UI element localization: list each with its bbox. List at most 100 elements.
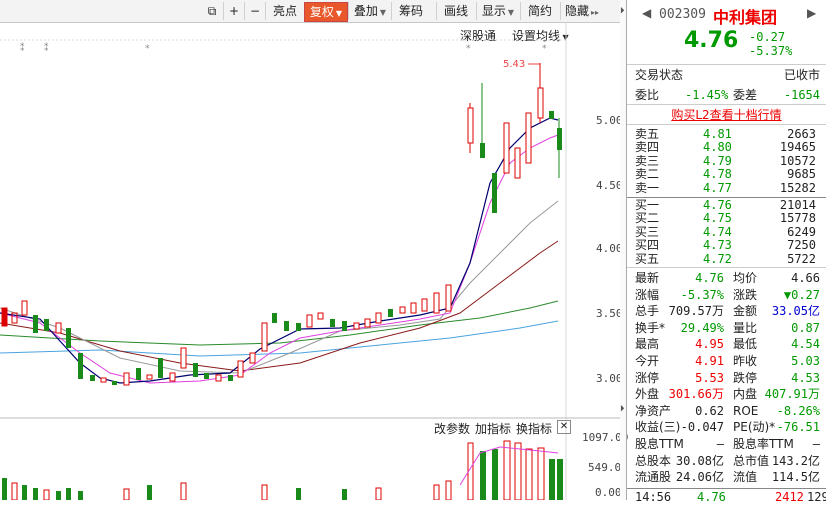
stat-label: 流值 bbox=[733, 470, 758, 485]
stat-value: 407.91万 bbox=[764, 387, 820, 402]
stat-label: 均价 bbox=[733, 271, 758, 285]
buy-volume: 15778 bbox=[779, 211, 816, 226]
buy-l2-link[interactable]: 购买L2查看十档行情 bbox=[627, 107, 826, 123]
stat-value: ▼0.27 bbox=[783, 287, 820, 302]
stat-label: 金额 bbox=[733, 304, 758, 319]
stat-value: 5.03 bbox=[791, 354, 820, 368]
window-icon[interactable]: ⧉ bbox=[202, 2, 222, 20]
stat-value: 114.5亿 bbox=[771, 470, 820, 485]
adjust-label: 复权 bbox=[309, 5, 334, 19]
y-tick-label: 4.50 bbox=[596, 179, 623, 192]
stat-label: 量比 bbox=[733, 320, 758, 335]
splitter-bar[interactable]: ⏵ ⏵ bbox=[620, 0, 626, 500]
stat-label: 流通股 bbox=[635, 470, 672, 485]
overlay-button[interactable]: 叠加 ▼ bbox=[348, 2, 391, 20]
hide-button[interactable]: 隐藏 ▸▸ bbox=[560, 2, 603, 20]
status-value: 已收市 bbox=[783, 68, 820, 82]
sell-row[interactable]: 卖五 4.81 2663 bbox=[627, 128, 826, 141]
buy-row[interactable]: 买三 4.74 6249 bbox=[627, 224, 826, 239]
simple-label: 简约 bbox=[527, 4, 552, 18]
ma-line-30 bbox=[0, 300, 559, 346]
stat-label: 最低 bbox=[733, 337, 758, 352]
sell-volume: 15282 bbox=[779, 180, 816, 195]
buy-row[interactable]: 买四 4.73 7250 bbox=[627, 239, 826, 252]
close-icon[interactable]: ✕ bbox=[557, 420, 571, 434]
stat-value: 33.05亿 bbox=[771, 304, 820, 319]
kline-chart-area[interactable]: 深股通 设置均线 ▼ ⁑ ⁑ * * * 5.43 5.00 4.50 4.00… bbox=[0, 23, 628, 500]
stat-value: — bbox=[716, 437, 724, 451]
display-label: 显示 bbox=[481, 4, 506, 18]
buy-price: 4.72 bbox=[703, 251, 732, 266]
display-button[interactable]: 显示 ▼ bbox=[476, 2, 519, 20]
buy-price: 4.74 bbox=[703, 224, 732, 239]
simple-button[interactable]: 简约 bbox=[520, 2, 559, 20]
adjust-button[interactable]: 复权 ▼ bbox=[304, 2, 348, 22]
stat-value: 143.2亿 bbox=[771, 453, 820, 468]
sell-row[interactable]: 卖三 4.79 10572 bbox=[627, 153, 826, 168]
buy-row[interactable]: 买五 4.72 5722 bbox=[627, 251, 826, 266]
stat-label: 今开 bbox=[635, 354, 660, 368]
stat-value: 4.66 bbox=[791, 271, 820, 285]
expand-icon[interactable]: ⏵ bbox=[620, 404, 625, 414]
event-marker: * bbox=[145, 44, 150, 54]
vol-tick-label: 0.00 bbox=[595, 486, 622, 499]
zoom-in-icon[interactable]: + bbox=[223, 2, 244, 20]
stat-label: 收益(三) bbox=[635, 420, 681, 435]
chevron-down-icon: ▼ bbox=[507, 8, 515, 17]
zoom-out-icon[interactable]: − bbox=[244, 2, 265, 20]
chips-button[interactable]: 筹码 bbox=[391, 2, 430, 20]
stat-value: -8.26% bbox=[776, 403, 820, 418]
stat-value: 709.57万 bbox=[668, 304, 724, 319]
chips-label: 筹码 bbox=[398, 4, 423, 18]
stat-label: PE(动)* bbox=[733, 420, 776, 435]
sell-volume: 2663 bbox=[787, 127, 816, 141]
buy-label: 买五 bbox=[635, 251, 660, 266]
y-tick-label: 4.00 bbox=[596, 242, 623, 255]
stat-value: -0.047 bbox=[680, 420, 724, 435]
stat-value: 4.76 bbox=[695, 271, 724, 285]
buy-volume: 21014 bbox=[779, 198, 816, 212]
buy-label: 买三 bbox=[635, 224, 660, 239]
stat-row: 换手* 29.49% 量比 0.87 bbox=[627, 320, 826, 336]
stat-value: 5.53 bbox=[695, 370, 724, 385]
stat-row: 总股本 30.08亿 总市值 143.2亿 bbox=[627, 453, 826, 469]
edit-params-button[interactable]: 改参数 bbox=[434, 420, 470, 437]
status-label: 交易状态 bbox=[635, 68, 684, 82]
y-tick-label: 5.00 bbox=[596, 114, 623, 127]
sell-label: 卖四 bbox=[635, 140, 660, 155]
sell-row[interactable]: 卖一 4.77 15282 bbox=[627, 180, 826, 195]
volume-bars bbox=[2, 440, 563, 500]
draw-line-button[interactable]: 画线 bbox=[436, 2, 475, 20]
stat-label: 内盘 bbox=[733, 387, 758, 402]
stat-row: 外盘 301.66万 内盘 407.91万 bbox=[627, 386, 826, 402]
tick-row: 14:56 4.76 2412 129 bbox=[635, 490, 826, 504]
sell-row[interactable]: 卖二 4.78 9685 bbox=[627, 168, 826, 181]
sell-label: 卖一 bbox=[635, 180, 660, 195]
event-marker: * bbox=[542, 44, 547, 54]
stat-label: 净资产 bbox=[635, 403, 672, 418]
change-indicator-button[interactable]: 换指标 bbox=[516, 420, 552, 437]
buy-row[interactable]: 买一 4.76 21014 bbox=[627, 199, 826, 212]
stat-value: 0.62 bbox=[695, 403, 724, 418]
sell-row[interactable]: 卖四 4.80 19465 bbox=[627, 141, 826, 154]
highlight-button[interactable]: 亮点 bbox=[265, 2, 304, 20]
collapse-icon[interactable]: ⏵ bbox=[620, 6, 625, 16]
buy-label: 买四 bbox=[635, 238, 660, 253]
next-stock-icon[interactable]: ▶ bbox=[807, 6, 816, 20]
y-tick-label: 3.50 bbox=[596, 307, 623, 320]
stat-label: 跌停 bbox=[733, 370, 758, 385]
add-indicator-button[interactable]: 加指标 bbox=[475, 420, 511, 437]
price-change-pct: -5.37% bbox=[749, 44, 793, 58]
sell-volume: 10572 bbox=[779, 153, 816, 168]
buy-price: 4.76 bbox=[703, 198, 732, 212]
sell-price: 4.77 bbox=[703, 180, 732, 195]
stat-label: 涨停 bbox=[635, 370, 660, 385]
buy-row[interactable]: 买二 4.75 15778 bbox=[627, 212, 826, 225]
stat-value: -5.37% bbox=[680, 287, 724, 302]
stat-value: — bbox=[812, 437, 820, 451]
stat-value: 4.95 bbox=[695, 337, 724, 352]
divider bbox=[627, 64, 826, 65]
prev-stock-icon[interactable]: ◀ bbox=[642, 6, 651, 20]
stat-label: 股息率TTM bbox=[733, 437, 794, 451]
event-marker: ⁑ bbox=[44, 42, 49, 54]
